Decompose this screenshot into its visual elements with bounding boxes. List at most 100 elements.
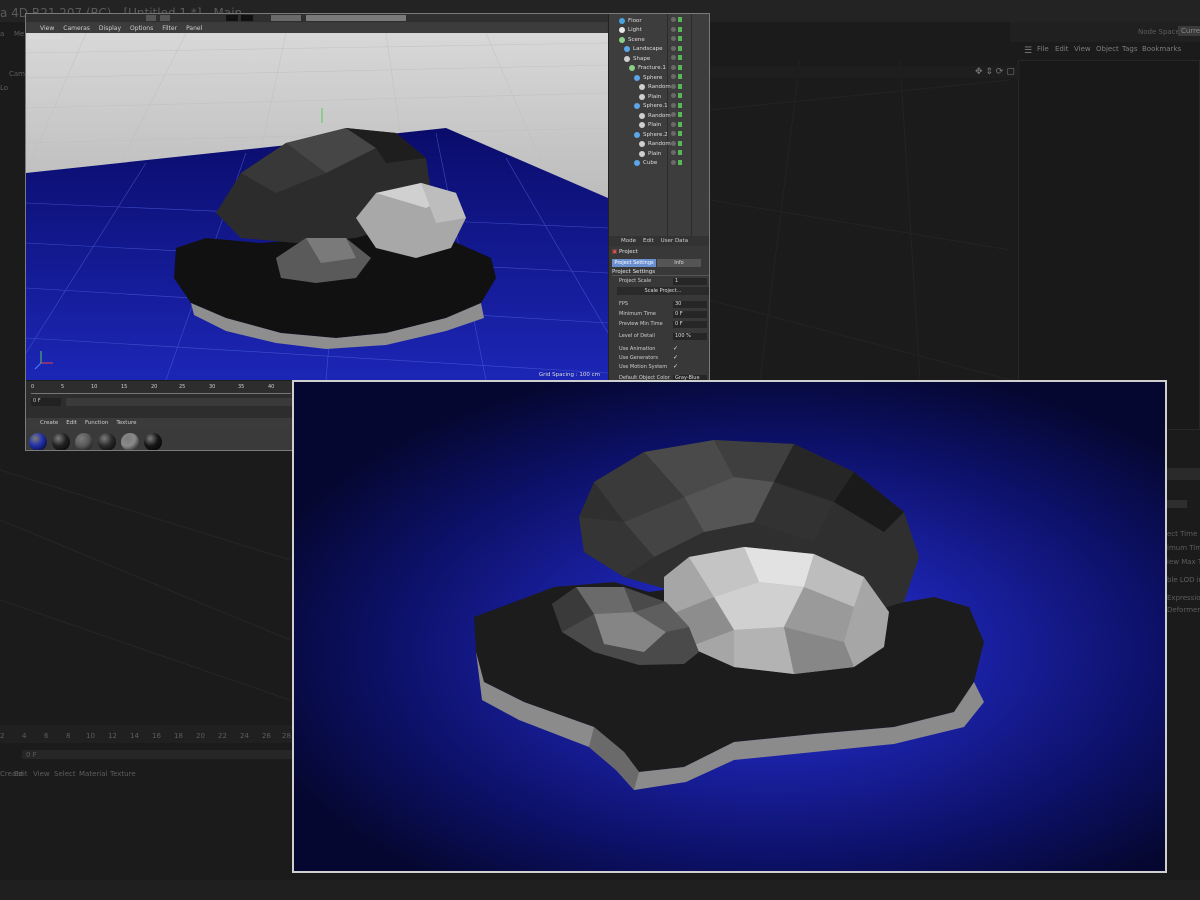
editor-visibility-dot[interactable] bbox=[671, 159, 676, 165]
object-row[interactable]: Random bbox=[609, 111, 709, 120]
object-row[interactable]: Fracture.1 bbox=[609, 64, 709, 73]
editor-visibility-dot[interactable] bbox=[671, 150, 676, 155]
viewport-menu-filter[interactable]: Filter bbox=[162, 25, 177, 32]
material-menu-texture[interactable]: Texture bbox=[116, 420, 136, 426]
enabled-check-icon[interactable] bbox=[678, 131, 682, 136]
viewport-menu-display[interactable]: Display bbox=[99, 25, 121, 32]
object-visibility-flags[interactable] bbox=[671, 83, 682, 89]
material-menu-create[interactable]: Create bbox=[40, 420, 58, 426]
editor-visibility-dot[interactable] bbox=[671, 93, 676, 98]
editor-visibility-dot[interactable] bbox=[671, 131, 676, 136]
play-forward-button[interactable] bbox=[241, 15, 253, 21]
level-of-detail-field[interactable]: 100 % bbox=[673, 333, 707, 340]
preview-min-time-field[interactable]: 0 F bbox=[673, 321, 707, 328]
background-menu-bookmarks[interactable]: Bookmarks bbox=[1142, 45, 1181, 53]
object-visibility-flags[interactable] bbox=[671, 26, 682, 32]
editor-visibility-dot[interactable] bbox=[671, 112, 676, 117]
scale-project-button[interactable]: Scale Project... bbox=[617, 287, 709, 295]
material-swatch[interactable]: Mat.3 bbox=[29, 433, 48, 450]
object-row[interactable]: Plain bbox=[609, 121, 709, 130]
enabled-check-icon[interactable] bbox=[678, 83, 682, 89]
enabled-check-icon[interactable] bbox=[678, 159, 682, 165]
object-visibility-flags[interactable] bbox=[671, 112, 682, 117]
timeline-range-slider[interactable] bbox=[66, 398, 296, 406]
material-swatch[interactable]: Mat.1 bbox=[52, 433, 71, 450]
viewport-menu-view[interactable]: View bbox=[40, 25, 54, 32]
editor-visibility-dot[interactable] bbox=[671, 26, 676, 32]
background-menu-edit[interactable]: Edit bbox=[1055, 45, 1069, 53]
editor-visibility-dot[interactable] bbox=[671, 64, 676, 70]
object-row[interactable]: Plain bbox=[609, 92, 709, 101]
editor-visibility-dot[interactable] bbox=[671, 55, 676, 60]
play-button[interactable] bbox=[226, 15, 238, 21]
background-node-space-value[interactable]: Current bbox=[1178, 26, 1200, 36]
object-row[interactable]: Random bbox=[609, 83, 709, 92]
use-animation-checkbox[interactable]: ✓ bbox=[673, 345, 678, 352]
background-frame-field[interactable]: 0 F bbox=[22, 750, 292, 759]
material-menu-edit[interactable]: Edit bbox=[66, 420, 77, 426]
timeline-ruler[interactable]: 0 5 10 15 20 25 30 35 40 bbox=[31, 384, 291, 394]
enabled-check-icon[interactable] bbox=[678, 26, 682, 32]
enabled-check-icon[interactable] bbox=[678, 112, 682, 117]
enabled-check-icon[interactable] bbox=[678, 17, 682, 22]
object-visibility-flags[interactable] bbox=[671, 150, 682, 155]
viewport-menu-cameras[interactable]: Cameras bbox=[63, 25, 90, 32]
object-visibility-flags[interactable] bbox=[671, 36, 682, 41]
bg-mat-menu-material[interactable]: Material bbox=[79, 770, 107, 778]
background-viewport-nav-icons[interactable]: ✥ ⇕ ⟳ ▢ bbox=[975, 67, 1015, 77]
material-swatch[interactable]: Mat bbox=[75, 433, 94, 450]
enabled-check-icon[interactable] bbox=[678, 45, 682, 51]
enabled-check-icon[interactable] bbox=[678, 64, 682, 70]
use-motion-system-checkbox[interactable]: ✓ bbox=[673, 363, 678, 370]
object-visibility-flags[interactable] bbox=[671, 140, 682, 146]
background-menu-tags[interactable]: Tags bbox=[1122, 45, 1138, 53]
object-row[interactable]: Random bbox=[609, 140, 709, 149]
viewport-menu-panel[interactable]: Panel bbox=[186, 25, 202, 32]
enabled-check-icon[interactable] bbox=[678, 93, 682, 98]
editor-visibility-dot[interactable] bbox=[671, 36, 676, 41]
background-menu-object[interactable]: Object bbox=[1096, 45, 1119, 53]
object-visibility-flags[interactable] bbox=[671, 74, 682, 79]
enabled-check-icon[interactable] bbox=[678, 74, 682, 79]
viewport-menu-options[interactable]: Options bbox=[130, 25, 153, 32]
object-visibility-flags[interactable] bbox=[671, 102, 682, 108]
background-menu-file[interactable]: File bbox=[1037, 45, 1049, 53]
tab-project-settings[interactable]: Project Settings bbox=[612, 259, 656, 267]
tab-info[interactable]: Info bbox=[657, 259, 701, 267]
editor-visibility-dot[interactable] bbox=[671, 45, 676, 51]
bg-mat-menu-view[interactable]: View bbox=[33, 770, 50, 778]
project-scale-field[interactable]: 1 bbox=[673, 278, 707, 285]
object-visibility-flags[interactable] bbox=[671, 121, 682, 127]
toolbar-object-buttons[interactable] bbox=[306, 15, 406, 21]
editor-visibility-dot[interactable] bbox=[671, 121, 676, 127]
enabled-check-icon[interactable] bbox=[678, 121, 682, 127]
object-visibility-flags[interactable] bbox=[671, 64, 682, 70]
toolbar-button[interactable] bbox=[160, 15, 170, 21]
editor-visibility-dot[interactable] bbox=[671, 102, 676, 108]
object-row[interactable]: Floor bbox=[609, 16, 709, 25]
background-attr-dropdown[interactable] bbox=[1167, 500, 1187, 508]
editor-visibility-dot[interactable] bbox=[671, 17, 676, 22]
object-row[interactable]: Shape bbox=[609, 54, 709, 63]
render-view-window[interactable] bbox=[292, 380, 1167, 873]
fps-field[interactable]: 30 bbox=[673, 301, 707, 308]
bg-mat-menu-select[interactable]: Select bbox=[54, 770, 76, 778]
enabled-check-icon[interactable] bbox=[678, 140, 682, 146]
object-row[interactable]: Sphere.2 bbox=[609, 130, 709, 139]
attr-tab-user-data[interactable]: User Data bbox=[661, 238, 688, 244]
object-row[interactable]: Light bbox=[609, 26, 709, 35]
object-row[interactable]: Scene bbox=[609, 35, 709, 44]
toolbar-button[interactable] bbox=[146, 15, 156, 21]
object-row[interactable]: Sphere.1 bbox=[609, 102, 709, 111]
enabled-check-icon[interactable] bbox=[678, 36, 682, 41]
object-row[interactable]: Landscape bbox=[609, 45, 709, 54]
object-row[interactable]: Sphere bbox=[609, 73, 709, 82]
editor-visibility-dot[interactable] bbox=[671, 140, 676, 146]
object-visibility-flags[interactable] bbox=[671, 45, 682, 51]
material-swatch[interactable]: Mat.2 bbox=[98, 433, 117, 450]
viewport-camera-label[interactable]: Perspective bbox=[29, 34, 64, 41]
object-row[interactable]: Cube bbox=[609, 159, 709, 168]
minimum-time-field[interactable]: 0 F bbox=[673, 311, 707, 318]
enabled-check-icon[interactable] bbox=[678, 150, 682, 155]
object-visibility-flags[interactable] bbox=[671, 93, 682, 98]
